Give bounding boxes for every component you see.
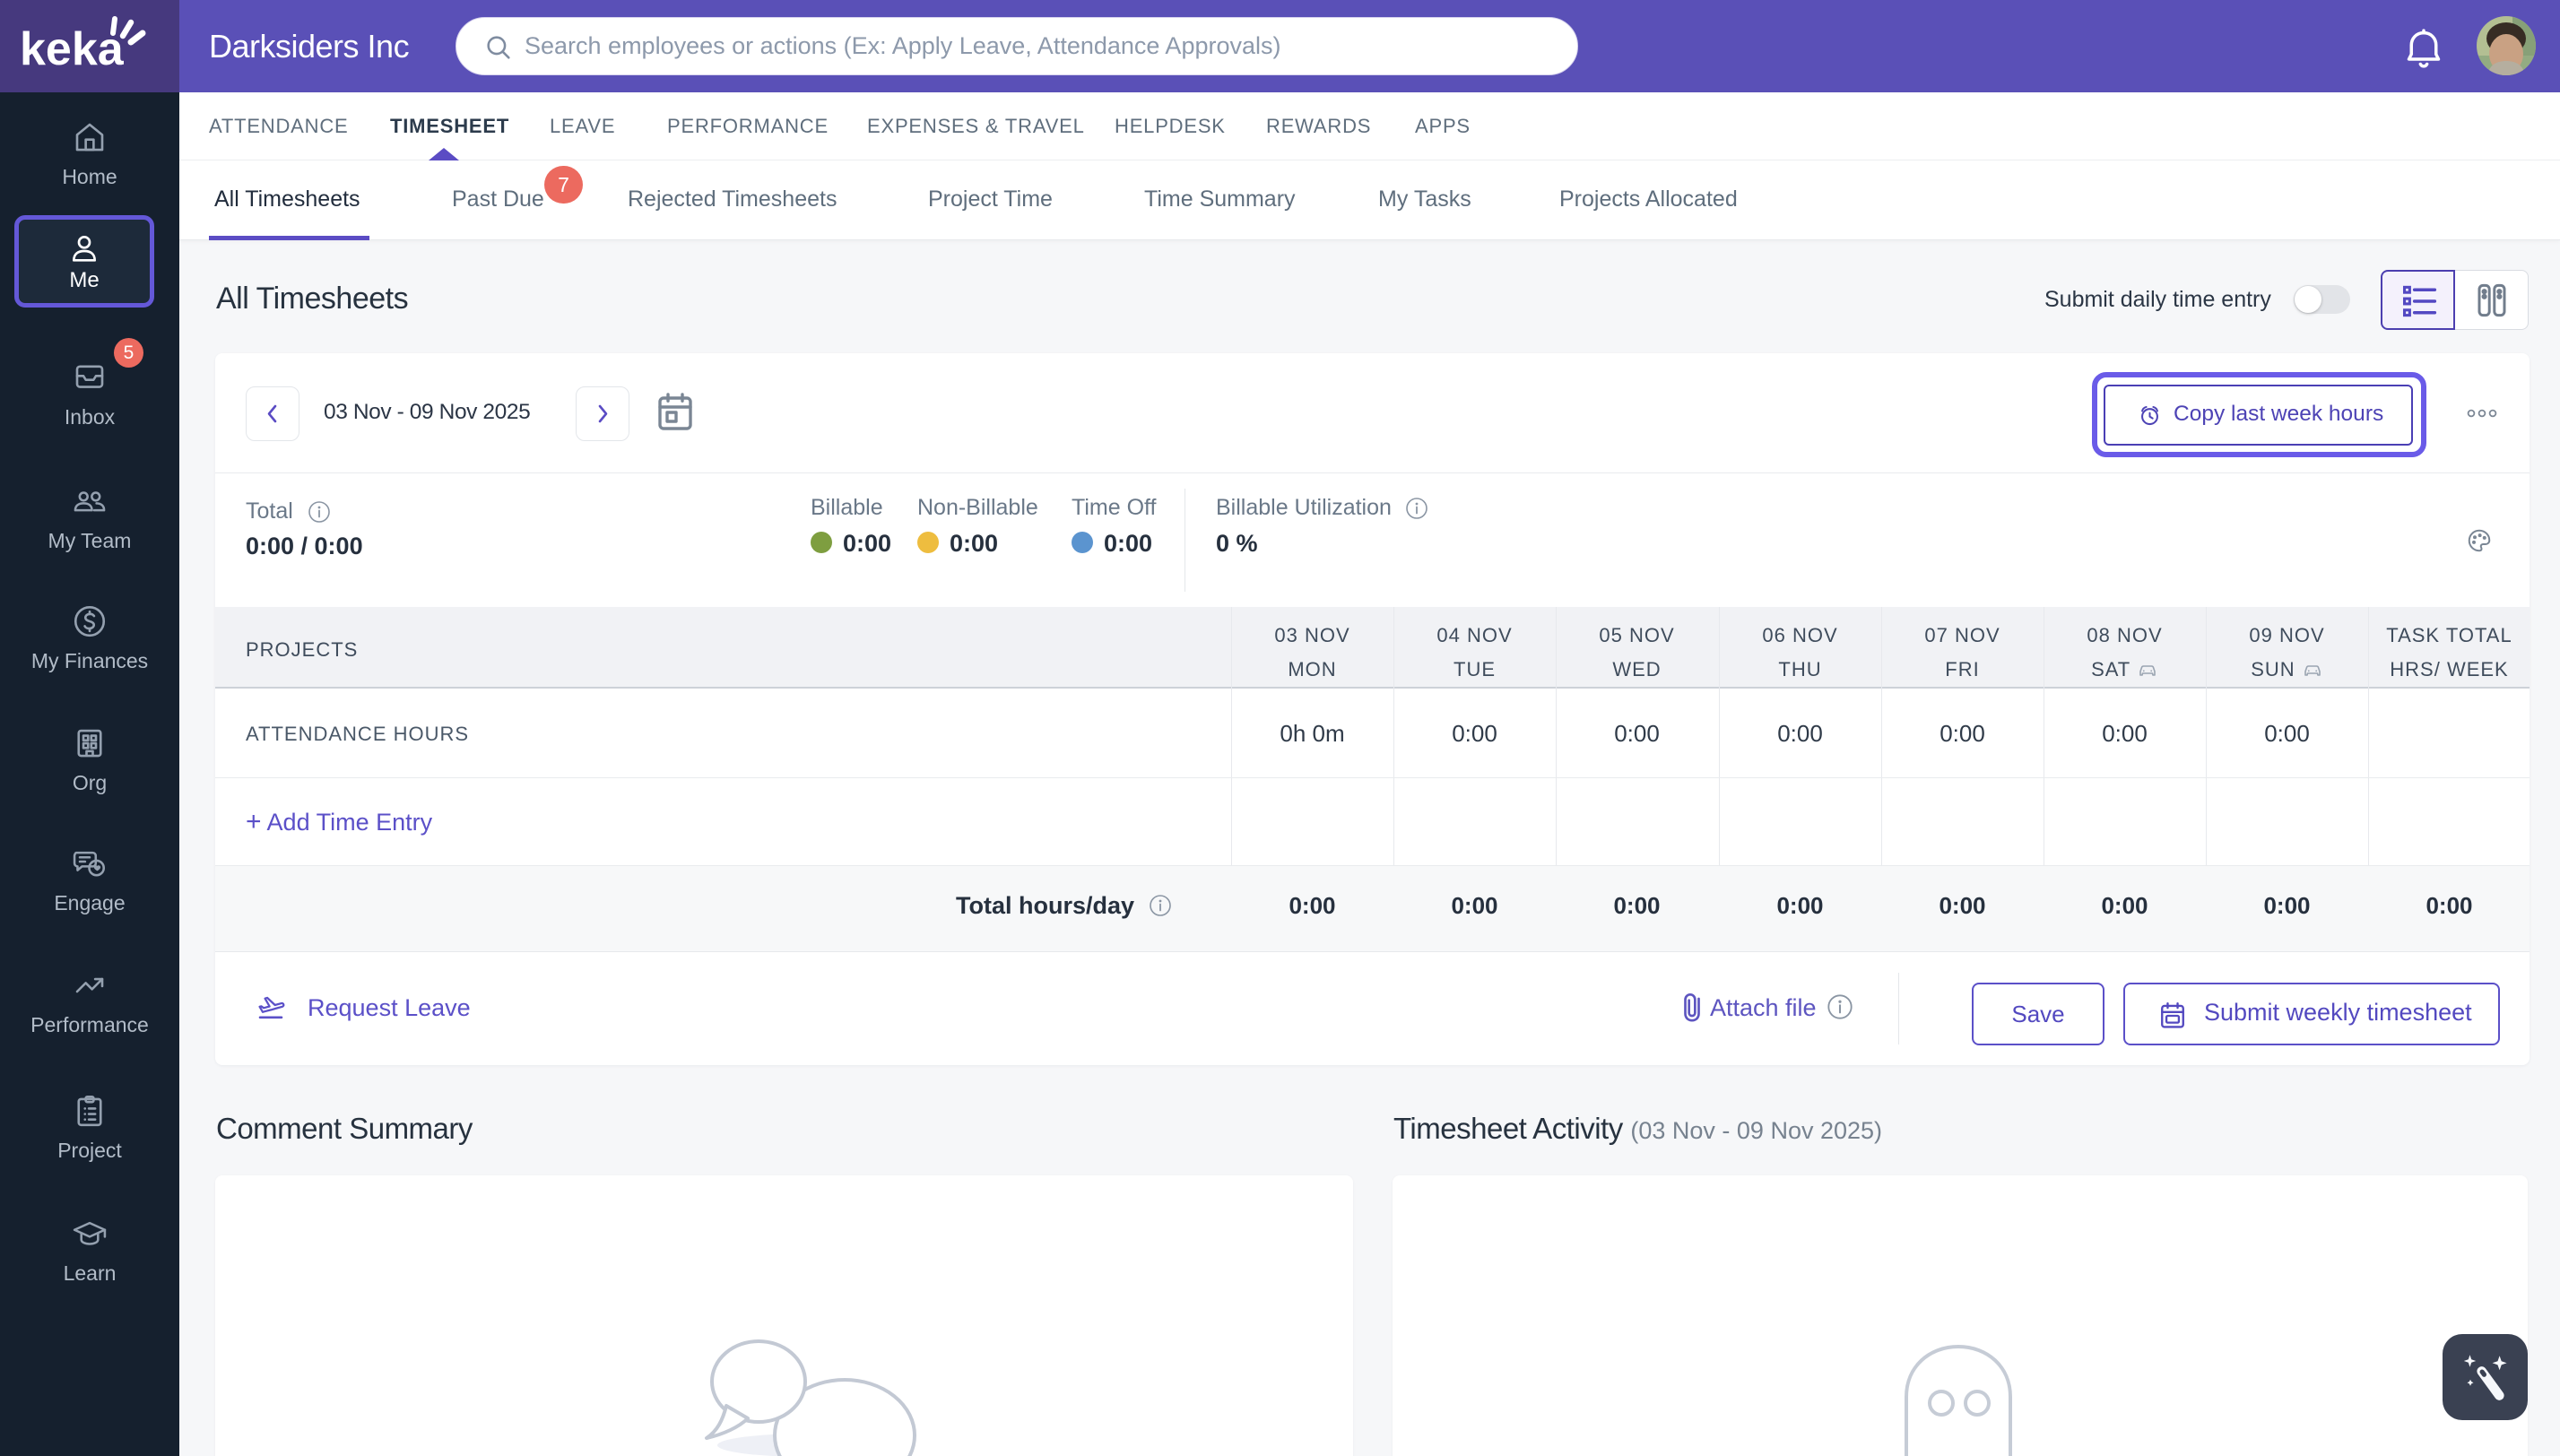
svg-text:keka: keka [20, 23, 125, 75]
